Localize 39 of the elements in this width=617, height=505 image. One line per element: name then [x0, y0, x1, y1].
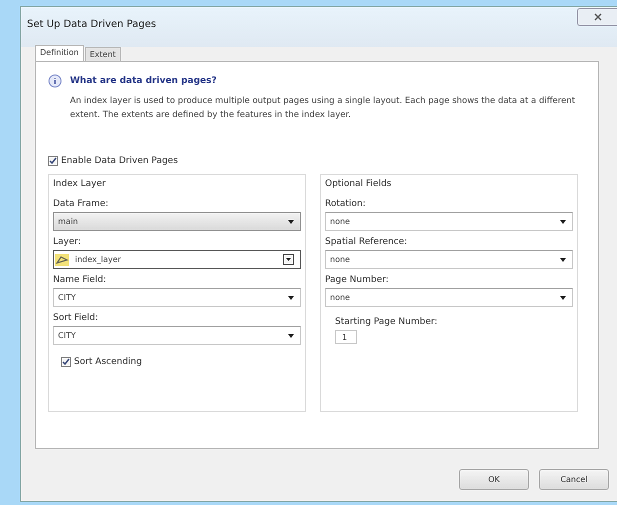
info-text: An index layer is used to produce multiple output pages using a single layout. Each page shows the data at a different extent. The extents are defined by the features in the index layer. [70, 95, 576, 122]
dropdown-arrow-icon [288, 296, 294, 300]
field-label: Data Frame: [53, 199, 110, 209]
number-field[interactable]: 1 [335, 330, 357, 344]
dropdown-arrow-icon [288, 220, 294, 224]
checkbox[interactable] [61, 357, 71, 367]
dropdown[interactable]: none [325, 288, 573, 307]
dialog-button[interactable]: Cancel [539, 469, 609, 490]
group-title: Optional Fields [325, 179, 392, 189]
dropdown-arrow-icon [560, 220, 566, 224]
dropdown[interactable]: none [325, 212, 573, 231]
group-title: Index Layer [53, 179, 106, 189]
field-label: Sort Field: [53, 313, 100, 323]
field-label: Spatial Reference: [325, 237, 408, 247]
field-label: Layer: [53, 237, 82, 247]
checkbox[interactable] [48, 156, 58, 166]
dropdown[interactable]: none [325, 250, 573, 269]
field-label: Starting Page Number: [335, 317, 438, 327]
info-icon [48, 74, 62, 88]
close-button[interactable] [577, 8, 617, 26]
checkbox-label: Sort Ascending [74, 357, 142, 367]
dropdown[interactable]: CITY [53, 326, 301, 345]
close-icon [594, 13, 602, 21]
tab[interactable]: Extent [84, 47, 121, 61]
dropdown[interactable]: index_layer [53, 250, 301, 269]
info-heading: What are data driven pages? [70, 76, 217, 86]
dropdown[interactable]: CITY [53, 288, 301, 307]
field-label: Name Field: [53, 275, 108, 285]
tab[interactable]: Definition [35, 45, 84, 61]
dropdown-arrow-icon [288, 334, 294, 338]
field-label: Rotation: [325, 199, 367, 209]
checkbox-label: Enable Data Driven Pages [61, 156, 178, 166]
window-title: Set Up Data Driven Pages [27, 18, 156, 30]
dropdown-arrow-icon [560, 296, 566, 300]
field-label: Page Number: [325, 275, 390, 285]
dropdown[interactable]: main [53, 212, 301, 231]
dialog-button[interactable]: OK [459, 469, 529, 490]
dropdown-arrow-icon [560, 258, 566, 262]
layer-icon [55, 254, 69, 266]
